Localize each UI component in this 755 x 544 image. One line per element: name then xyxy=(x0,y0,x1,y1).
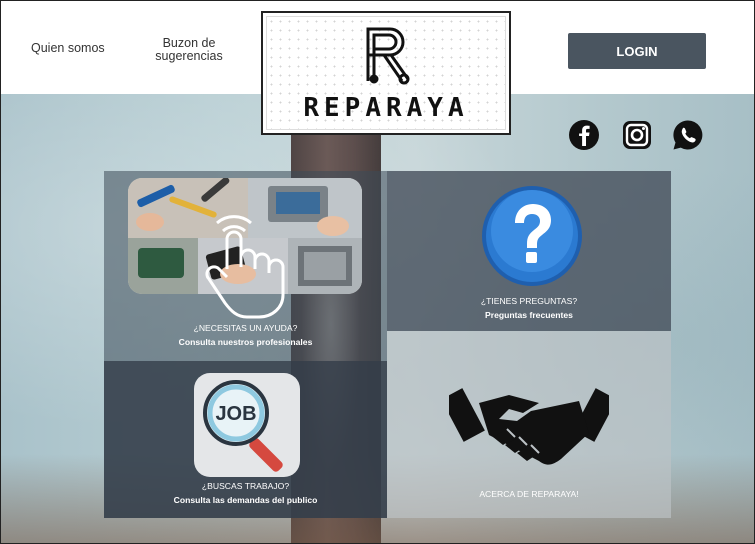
nav-buzon-sugerencias[interactable]: Buzon de sugerencias xyxy=(149,37,229,63)
tile-job-search-title: ¿BUSCAS TRABAJO? xyxy=(201,481,290,491)
tile-job-search[interactable]: JOB ¿BUSCAS TRABAJO? Consulta las demand… xyxy=(104,361,387,518)
tile-about-reparaya[interactable]: ACERCA DE REPARAYA! xyxy=(387,331,671,518)
nav-quien-somos[interactable]: Quien somos xyxy=(31,42,105,55)
page-frame: Quien somos Buzon de sugerencias LOGIN R… xyxy=(0,0,755,544)
tile-need-help-subtitle: Consulta nuestros profesionales xyxy=(178,337,313,347)
question-mark-icon xyxy=(477,181,587,291)
reparaya-logo[interactable]: REPARAYA xyxy=(261,11,511,135)
tile-job-search-subtitle: Consulta las demandas del publico xyxy=(173,495,318,505)
tile-faq-title: ¿TIENES PREGUNTAS? xyxy=(480,296,578,306)
job-badge-text: JOB xyxy=(215,403,256,425)
tile-faq-caption: ¿TIENES PREGUNTAS? Preguntas frecuentes xyxy=(387,296,671,320)
hand-pointer-icon xyxy=(167,209,327,319)
logo-wordmark: REPARAYA xyxy=(303,93,469,123)
login-button[interactable]: LOGIN xyxy=(568,33,706,69)
tile-need-help-title: ¿NECESITAS UN AYUDA? xyxy=(193,323,298,333)
facebook-icon[interactable] xyxy=(568,119,600,151)
logo-r-monogram-icon xyxy=(366,27,410,85)
whatsapp-icon[interactable] xyxy=(672,119,704,151)
tile-need-help[interactable]: ¿NECESITAS UN AYUDA? Consulta nuestros p… xyxy=(104,171,387,361)
tile-faq[interactable]: ¿TIENES PREGUNTAS? Preguntas frecuentes xyxy=(387,171,671,331)
handshake-icon xyxy=(449,388,609,465)
job-magnifier-icon: JOB xyxy=(194,373,300,477)
tile-job-search-caption: ¿BUSCAS TRABAJO? Consulta las demandas d… xyxy=(104,481,387,505)
tile-about-caption: ACERCA DE REPARAYA! xyxy=(387,489,671,499)
tile-need-help-caption: ¿NECESITAS UN AYUDA? Consulta nuestros p… xyxy=(104,323,387,347)
tile-faq-subtitle: Preguntas frecuentes xyxy=(485,310,573,320)
tile-about-title: ACERCA DE REPARAYA! xyxy=(479,489,579,499)
instagram-icon[interactable] xyxy=(621,119,653,151)
